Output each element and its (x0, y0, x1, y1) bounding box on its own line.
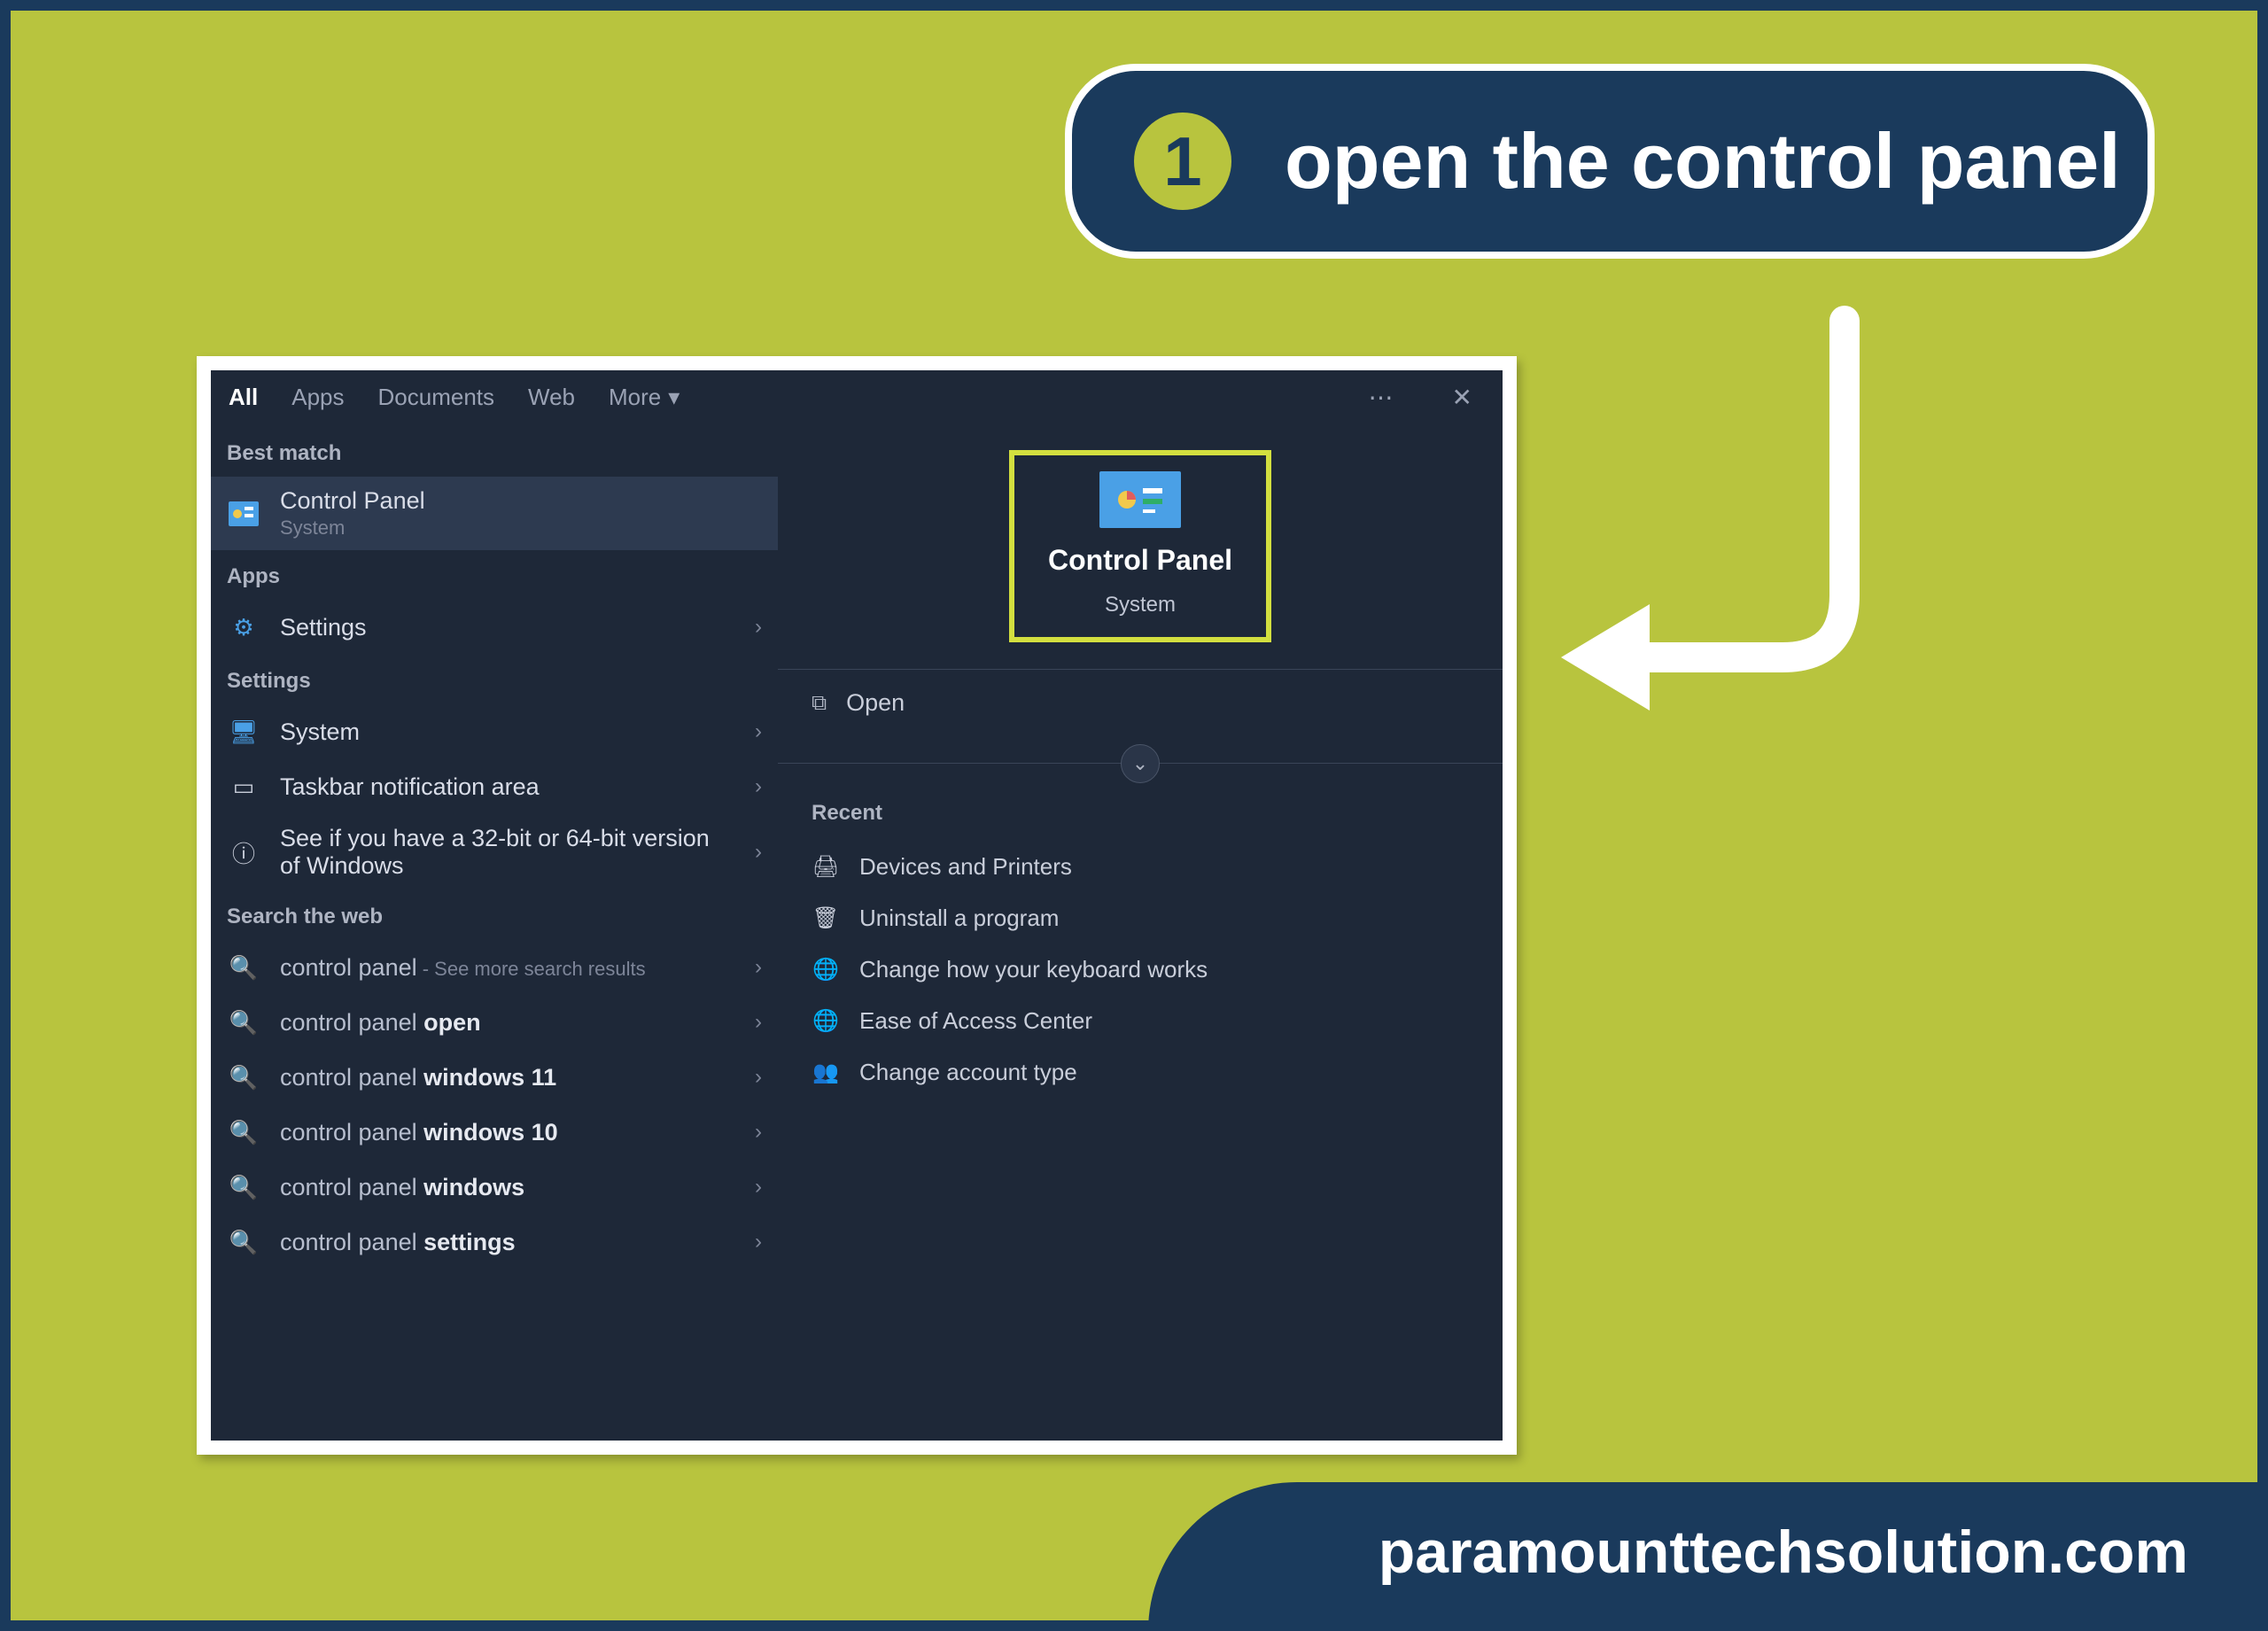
section-settings-label: Settings (211, 655, 778, 704)
preview-title: Control Panel (1048, 544, 1232, 577)
tab-all[interactable]: All (229, 384, 258, 411)
result-title: Taskbar notification area (280, 773, 735, 801)
recent-label: Change account type (859, 1059, 1077, 1086)
web-text: control panel windows 10 (280, 1119, 735, 1146)
chevron-right-icon: › (755, 1120, 767, 1145)
recent-label: Change how your keyboard works (859, 956, 1208, 983)
search-body: Best match Control Panel System Apps ⚙ S… (211, 423, 1503, 1441)
recent-list: Recent 🖨 Devices and Printers 🗑 Uninstal… (799, 796, 1481, 1095)
windows-search-panel: All Apps Documents Web More ▾ ⋯ ✕ Best m… (211, 370, 1503, 1441)
gear-icon: ⚙ (227, 610, 260, 644)
web-result[interactable]: 🔍 control panel windows 10 › (211, 1105, 778, 1160)
chevron-right-icon: › (755, 840, 767, 865)
expand-actions-button[interactable]: ⌄ (1121, 744, 1160, 783)
web-text: control panel open (280, 1009, 735, 1037)
recent-keyboard[interactable]: 🌐 Change how your keyboard works (799, 946, 1481, 992)
chevron-down-icon: ⌄ (1132, 752, 1148, 775)
chevron-right-icon: › (755, 955, 767, 980)
result-32-64-bit[interactable]: ⓘ See if you have a 32-bit or 64-bit ver… (211, 814, 778, 890)
web-result[interactable]: 🔍 control panel windows › (211, 1160, 778, 1215)
control-panel-icon (1099, 471, 1181, 528)
control-panel-icon (227, 497, 260, 531)
result-system[interactable]: 🖥 System › (211, 704, 778, 759)
result-title: System (280, 718, 735, 746)
web-text: control panel settings (280, 1229, 735, 1256)
footer-text: paramounttechsolution.com (1379, 1518, 2188, 1586)
globe-icon: 🌐 (812, 955, 840, 983)
instruction-callout: 1 open the control panel (1065, 64, 2155, 259)
search-icon: 🔍 (227, 1006, 260, 1039)
web-result[interactable]: 🔍 control panel windows 11 › (211, 1050, 778, 1105)
recent-account-type[interactable]: 👥 Change account type (799, 1049, 1481, 1095)
best-match-subtitle: System (280, 516, 767, 540)
search-icon: 🔍 (227, 1115, 260, 1149)
chevron-right-icon: › (755, 1065, 767, 1090)
search-icon: 🔍 (227, 1060, 260, 1094)
web-text: control panel windows (280, 1174, 735, 1201)
chevron-right-icon: › (755, 1010, 767, 1035)
result-title: Settings (280, 614, 735, 641)
chevron-right-icon: › (755, 1175, 767, 1200)
monitor-icon: 🖥 (227, 715, 260, 749)
step-number-badge: 1 (1134, 113, 1231, 210)
web-result[interactable]: 🔍 control panel settings › (211, 1215, 778, 1270)
recent-label: Devices and Printers (859, 853, 1072, 881)
chevron-right-icon: › (755, 719, 767, 744)
best-match-result[interactable]: Control Panel System (211, 477, 778, 550)
chevron-right-icon: › (755, 615, 767, 640)
tab-web[interactable]: Web (528, 384, 575, 411)
result-settings[interactable]: ⚙ Settings › (211, 600, 778, 655)
result-taskbar-notification[interactable]: ▭ Taskbar notification area › (211, 759, 778, 814)
recent-ease-of-access[interactable]: 🌐 Ease of Access Center (799, 998, 1481, 1044)
web-text: control panel windows 11 (280, 1064, 735, 1091)
taskbar-icon: ▭ (227, 770, 260, 804)
recent-label: Uninstall a program (859, 905, 1059, 932)
step-number: 1 (1163, 121, 1201, 202)
printer-icon: 🖨 (812, 852, 840, 881)
tab-documents[interactable]: Documents (378, 384, 495, 411)
result-title: See if you have a 32-bit or 64-bit versi… (280, 825, 735, 880)
open-icon: ⧉ (812, 691, 827, 716)
tab-apps[interactable]: Apps (291, 384, 344, 411)
open-label: Open (846, 689, 905, 717)
chevron-right-icon: › (755, 774, 767, 799)
search-icon: 🔍 (227, 1170, 260, 1204)
info-icon: ⓘ (227, 835, 260, 869)
preview-column: Control Panel System ⧉ Open ⌄ Recent (778, 423, 1503, 1441)
footer-branding: paramounttechsolution.com (1148, 1482, 2268, 1631)
globe-icon: 🌐 (812, 1006, 840, 1035)
web-text: control panel - See more search results (280, 954, 735, 982)
tab-more-label: More (609, 384, 661, 411)
search-tabs: All Apps Documents Web More ▾ ⋯ ✕ (211, 370, 1503, 423)
recent-devices-printers[interactable]: 🖨 Devices and Printers (799, 843, 1481, 889)
uninstall-icon: 🗑 (812, 904, 840, 932)
screenshot-frame: All Apps Documents Web More ▾ ⋯ ✕ Best m… (197, 356, 1517, 1455)
preview-subtitle: System (1105, 593, 1176, 617)
tab-more[interactable]: More ▾ (609, 384, 680, 411)
recent-label: Recent (799, 796, 1481, 838)
web-result[interactable]: 🔍 control panel open › (211, 995, 778, 1050)
instruction-text: open the control panel (1285, 116, 2121, 206)
chevron-right-icon: › (755, 1230, 767, 1254)
chevron-down-icon: ▾ (668, 384, 680, 411)
section-apps-label: Apps (211, 550, 778, 600)
search-icon: 🔍 (227, 951, 260, 984)
web-result[interactable]: 🔍 control panel - See more search result… (211, 940, 778, 995)
close-icon[interactable]: ✕ (1440, 383, 1485, 412)
search-icon: 🔍 (227, 1225, 260, 1259)
user-icon: 👥 (812, 1058, 840, 1086)
highlighted-control-panel[interactable]: Control Panel System (1009, 450, 1271, 642)
recent-label: Ease of Access Center (859, 1007, 1092, 1035)
best-match-title: Control Panel (280, 487, 767, 515)
more-options-button[interactable]: ⋯ (1356, 383, 1406, 412)
open-action[interactable]: ⧉ Open (799, 670, 1481, 736)
section-web-label: Search the web (211, 890, 778, 940)
instruction-arrow-icon (1534, 303, 1907, 711)
recent-uninstall[interactable]: 🗑 Uninstall a program (799, 895, 1481, 941)
results-column: Best match Control Panel System Apps ⚙ S… (211, 423, 778, 1441)
section-best-match-label: Best match (211, 427, 778, 477)
